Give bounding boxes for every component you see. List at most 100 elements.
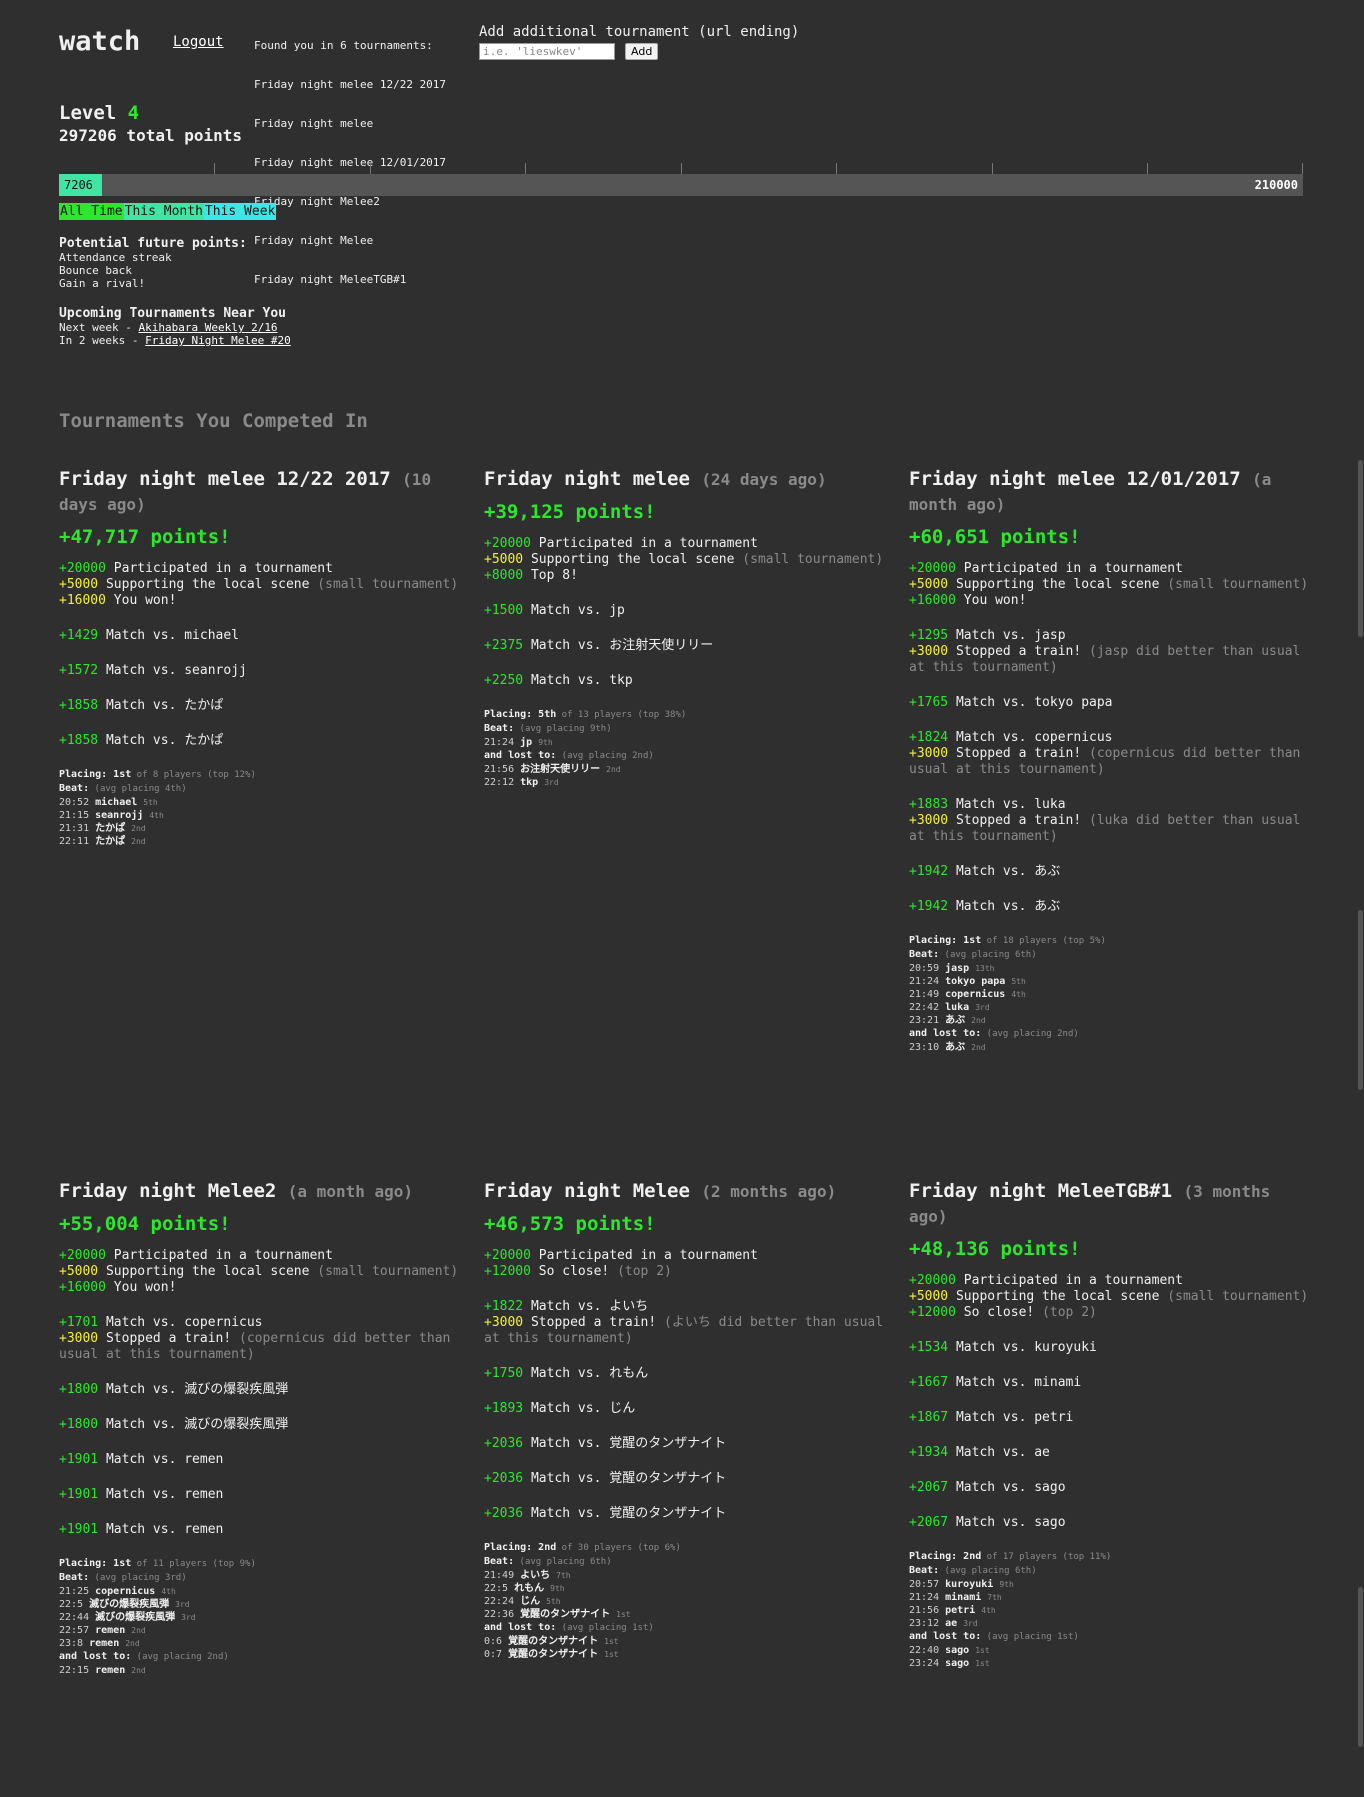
match-time: 0:7 — [484, 1649, 509, 1660]
points-value: +20000 — [484, 1248, 531, 1263]
points-note: (top 2) — [1034, 1305, 1097, 1320]
opponent-rank: 5th — [1011, 977, 1026, 986]
upcoming-link[interactable]: Friday Night Melee #20 — [145, 334, 291, 347]
points-reason: Match vs. remen — [98, 1452, 224, 1467]
points-reason: So close! — [530, 1264, 610, 1279]
points-reason: Match vs. よいち — [523, 1299, 649, 1314]
opponent-rank: 1st — [975, 1646, 990, 1655]
beat-row: 22:57 remen 2nd — [59, 1624, 459, 1637]
opponent-name: michael — [95, 797, 144, 808]
points-value: +2036 — [484, 1506, 524, 1521]
placing-line: Placing: 1st of 18 players (top 5%) — [909, 934, 1309, 948]
points-reason: Match vs. お注射天使リリー — [523, 638, 714, 653]
points-line: +2375 Match vs. お注射天使リリー — [484, 638, 884, 654]
match-time: 0:6 — [484, 1636, 509, 1647]
tournament-name[interactable]: Friday night melee 12/22 2017 — [59, 468, 402, 490]
beat-row: 21:25 copernicus 4th — [59, 1585, 459, 1598]
placing-label: Placing: 1st — [59, 769, 132, 780]
points-reason: Match vs. 覚醒のタンザナイト — [523, 1471, 727, 1486]
tournament-name[interactable]: Friday night Melee — [484, 1180, 701, 1202]
match-time: 22:5 — [59, 1599, 90, 1610]
lost-sub: (avg placing 2nd) — [556, 751, 654, 761]
match-time: 21:31 — [59, 823, 96, 834]
tournament-name[interactable]: Friday night melee — [484, 468, 701, 490]
placing-label: Placing: 5th — [484, 709, 557, 720]
lost-label: and lost to: — [484, 750, 557, 761]
opponent-name: kuroyuki — [945, 1579, 1000, 1590]
scrollbar-thumb[interactable] — [1358, 460, 1363, 637]
points-value: +1765 — [909, 695, 949, 710]
match-time: 23:10 — [909, 1042, 946, 1053]
tournament-card: Friday night Melee2 (a month ago) +55,004… — [59, 1179, 459, 1677]
opponent-rank: 4th — [981, 1606, 996, 1615]
points-group: +1858 Match vs. たかぱ — [59, 698, 459, 714]
tournament-name[interactable]: Friday night melee 12/01/2017 — [909, 468, 1252, 490]
points-group: +1800 Match vs. 滅びの爆裂疾風弾 — [59, 1382, 459, 1398]
beat-sub: (avg placing 4th) — [89, 784, 187, 794]
upcoming-link[interactable]: Akihabara Weekly 2/16 — [138, 321, 277, 334]
placing-sub: of 30 players (top 6%) — [556, 1543, 681, 1553]
beat-header: Beat: (avg placing 6th) — [484, 1555, 884, 1569]
points-line: +1750 Match vs. れもん — [484, 1366, 884, 1382]
future-item: Attendance streak — [59, 251, 172, 264]
points-value: +8000 — [484, 568, 524, 583]
points-value: +1800 — [59, 1382, 99, 1397]
lost-sub: (avg placing 2nd) — [981, 1029, 1079, 1039]
points-line: +2067 Match vs. sago — [909, 1480, 1309, 1496]
tab-this-week[interactable]: This Week — [203, 203, 277, 220]
match-time: 21:25 — [59, 1586, 96, 1597]
opponent-rank: 3rd — [975, 1003, 990, 1012]
opponent-name: たかぱ — [95, 823, 132, 834]
points-value: +3000 — [484, 1315, 524, 1330]
match-time: 23:24 — [909, 1658, 946, 1669]
opponent-rank: 2nd — [971, 1043, 986, 1052]
points-line: +1942 Match vs. あぶ — [909, 899, 1309, 915]
opponent-rank: 2nd — [131, 837, 146, 846]
placing-label: Placing: 2nd — [909, 1551, 982, 1562]
scrollbar-thumb[interactable] — [1358, 910, 1363, 1090]
points-line: +12000 So close! (top 2) — [909, 1305, 1309, 1321]
lost-row: 21:56 お注射天使リリー 2nd — [484, 763, 884, 776]
tournament-url-input[interactable] — [479, 43, 615, 60]
tournament-name[interactable]: Friday night Melee2 — [59, 1180, 288, 1202]
points-reason: Match vs. じん — [523, 1401, 636, 1416]
points-reason: Match vs. たかぱ — [98, 733, 224, 748]
points-value: +1572 — [59, 663, 99, 678]
points-line: +1295 Match vs. jasp — [909, 628, 1309, 644]
points-reason: Match vs. jasp — [948, 628, 1066, 643]
opponent-rank: 2nd — [131, 824, 146, 833]
points-reason: Supporting the local scene — [523, 552, 735, 567]
match-time: 22:36 — [484, 1609, 521, 1620]
tab-this-month[interactable]: This Month — [123, 203, 204, 220]
points-group: +2067 Match vs. sago — [909, 1515, 1309, 1531]
points-value: +1893 — [484, 1401, 524, 1416]
competed-title: Tournaments You Competed In — [59, 410, 368, 432]
found-item: Friday night melee 12/22 2017 — [254, 78, 447, 91]
points-value: +3000 — [909, 746, 949, 761]
points-reason: Match vs. kuroyuki — [948, 1340, 1097, 1355]
points-note: (small tournament) — [734, 552, 884, 567]
opponent-rank: 7th — [987, 1593, 1002, 1602]
beat-row: 21:49 よいち 7th — [484, 1569, 884, 1582]
beat-sub: (avg placing 6th) — [514, 1557, 612, 1567]
points-reason: Match vs. あぶ — [948, 899, 1061, 914]
points-value: +1500 — [484, 603, 524, 618]
tournament-name[interactable]: Friday night MeleeTGB#1 — [909, 1180, 1184, 1202]
upcoming-when: Next week - — [59, 321, 139, 334]
match-time: 22:11 — [59, 836, 96, 847]
points-group: +1893 Match vs. じん — [484, 1401, 884, 1417]
level-label: Level — [59, 102, 117, 124]
tab-all-time[interactable]: All Time — [59, 203, 124, 220]
add-tournament-button[interactable]: Add — [625, 43, 659, 60]
beat-row: 23:21 あぶ 2nd — [909, 1014, 1309, 1027]
scrollbar-thumb[interactable] — [1358, 1587, 1363, 1747]
points-reason: Stopped a train! — [523, 1315, 657, 1330]
points-line: +1901 Match vs. remen — [59, 1487, 459, 1503]
points-group: +20000 Participated in a tournament +5000… — [909, 561, 1309, 609]
upcoming-item: In 2 weeks - Friday Night Melee #20 — [59, 334, 291, 347]
points-group: +1942 Match vs. あぶ — [909, 864, 1309, 880]
points-group: +2036 Match vs. 覚醒のタンザナイト — [484, 1436, 884, 1452]
logout-link[interactable]: Logout — [173, 34, 224, 50]
points-note: (top 2) — [609, 1264, 672, 1279]
match-time: 21:24 — [484, 737, 521, 748]
